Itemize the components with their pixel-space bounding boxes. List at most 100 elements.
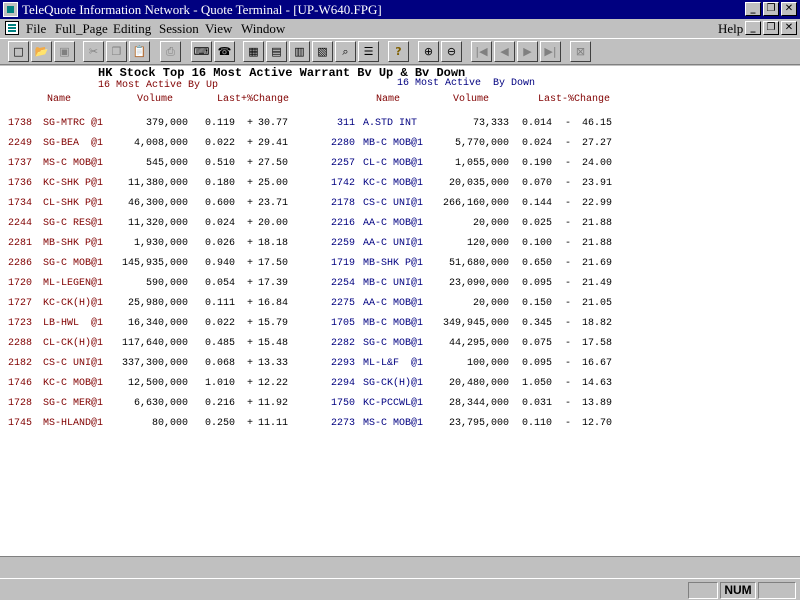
up-row-sign: + bbox=[247, 298, 254, 309]
up-row-sign: + bbox=[247, 418, 254, 429]
down-row-sign: - bbox=[565, 118, 572, 129]
menu-session[interactable]: Session bbox=[159, 21, 199, 37]
down-row-name: MB-SHK P@1 bbox=[363, 258, 424, 269]
up-row-last: 0.111 bbox=[205, 298, 236, 309]
down-row-name: KC-PCCWL@1 bbox=[363, 398, 424, 409]
up-row-name: KC-SHK P@1 bbox=[43, 178, 104, 189]
menu-editing[interactable]: Editing bbox=[113, 21, 151, 37]
chart-icon[interactable]: ▥ bbox=[289, 41, 310, 62]
down-row-code: 2259 bbox=[330, 238, 355, 249]
down-row-name: MB-C UNI@1 bbox=[363, 278, 424, 289]
down-row-volume: 23,795,000 bbox=[448, 418, 509, 429]
down-row-change: 14.63 bbox=[582, 378, 613, 389]
up-row-last: 0.216 bbox=[205, 398, 236, 409]
down-row-last: 0.025 bbox=[522, 218, 553, 229]
zoom-in-icon[interactable]: ⊕ bbox=[418, 41, 439, 62]
open-folder-icon[interactable]: 📂 bbox=[31, 41, 52, 62]
save-icon[interactable]: ▣ bbox=[54, 41, 75, 62]
down-row-code: 2257 bbox=[330, 158, 355, 169]
menu-help[interactable]: Help bbox=[718, 21, 743, 37]
new-file-icon[interactable]: □ bbox=[8, 41, 29, 62]
table-row: 2288 CL-CK(H)@1 117,640,000 0.485 +15.48 2282… bbox=[0, 338, 800, 358]
up-row-last: 0.022 bbox=[205, 138, 236, 149]
list-icon[interactable]: ☰ bbox=[358, 41, 379, 62]
keyboard-icon[interactable]: ⌨ bbox=[191, 41, 212, 62]
up-row-volume: 6,630,000 bbox=[133, 398, 188, 409]
down-row-change: 24.00 bbox=[582, 158, 613, 169]
down-row-code: 1719 bbox=[330, 258, 355, 269]
print-icon[interactable]: ⎙ bbox=[160, 41, 181, 62]
up-row-change: 17.50 bbox=[258, 258, 289, 269]
menu-window[interactable]: Window bbox=[241, 21, 285, 37]
up-row-sign: + bbox=[247, 118, 254, 129]
next-page-icon[interactable]: ▶ bbox=[517, 41, 538, 62]
up-row-change: 23.71 bbox=[258, 198, 289, 209]
phone-icon[interactable]: ☎ bbox=[214, 41, 235, 62]
calc-icon[interactable]: ▤ bbox=[266, 41, 287, 62]
grid-icon[interactable]: ▦ bbox=[243, 41, 264, 62]
down-row-change: 23.91 bbox=[582, 178, 613, 189]
down-row-code: 2280 bbox=[330, 138, 355, 149]
down-row-volume: 120,000 bbox=[466, 238, 509, 249]
up-row-change: 29.41 bbox=[258, 138, 289, 149]
document-icon[interactable] bbox=[5, 21, 19, 35]
up-row-last: 0.026 bbox=[205, 238, 236, 249]
down-row-last: 0.144 bbox=[522, 198, 553, 209]
up-row-name: KC-C MOB@1 bbox=[43, 378, 104, 389]
menu-file[interactable]: File bbox=[26, 21, 46, 37]
down-row-last: 0.100 bbox=[522, 238, 553, 249]
child-restore-button[interactable]: ❐ bbox=[763, 21, 779, 35]
prev-page-icon[interactable]: ◀ bbox=[494, 41, 515, 62]
up-row-change: 12.22 bbox=[258, 378, 289, 389]
menu-bar: File Full_Page Editing Session View Wind… bbox=[0, 19, 800, 38]
down-row-code: 2293 bbox=[330, 358, 355, 369]
up-row-volume: 117,640,000 bbox=[121, 338, 188, 349]
down-row-code: 1705 bbox=[330, 318, 355, 329]
copy-icon[interactable]: ❐ bbox=[106, 41, 127, 62]
table-row: 2281 MB-SHK P@1 1,930,000 0.026 +18.18 2259 AA… bbox=[0, 238, 800, 258]
down-row-code: 2254 bbox=[330, 278, 355, 289]
menu-view[interactable]: View bbox=[205, 21, 232, 37]
down-row-name: CS-C UNI@1 bbox=[363, 198, 424, 209]
down-row-code: 1750 bbox=[330, 398, 355, 409]
child-close-button[interactable]: ✕ bbox=[781, 21, 797, 35]
down-row-change: 21.49 bbox=[582, 278, 613, 289]
app-icon[interactable] bbox=[3, 2, 18, 17]
up-row-name: SG-C MER@1 bbox=[43, 398, 104, 409]
up-row-change: 25.00 bbox=[258, 178, 289, 189]
down-row-last: 1.050 bbox=[522, 378, 553, 389]
down-row-volume: 100,000 bbox=[466, 358, 509, 369]
help-icon[interactable]: ? bbox=[388, 41, 409, 62]
down-row-change: 18.82 bbox=[582, 318, 613, 329]
table-row: 1736 KC-SHK P@1 11,380,000 0.180 +25.00 1742 K… bbox=[0, 178, 800, 198]
down-row-name: MB-C MOB@1 bbox=[363, 138, 424, 149]
down-row-change: 27.27 bbox=[582, 138, 613, 149]
paste-icon[interactable]: 📋 bbox=[129, 41, 150, 62]
down-row-last: 0.031 bbox=[522, 398, 553, 409]
cut-icon[interactable]: ✂ bbox=[83, 41, 104, 62]
minimize-button[interactable]: _ bbox=[745, 2, 761, 16]
bar-chart-icon[interactable]: ▧ bbox=[312, 41, 333, 62]
up-row-sign: + bbox=[247, 378, 254, 389]
first-page-icon[interactable]: |◀ bbox=[471, 41, 492, 62]
close-button[interactable]: ✕ bbox=[781, 2, 797, 16]
zoom-out-icon[interactable]: ⊖ bbox=[441, 41, 462, 62]
toolbar: □ 📂 ▣ ✂ ❐ 📋 ⎙ ⌨ ☎ ▦ ▤ ▥ ▧ ⌕ ☰ ? ⊕ ⊖ |◀ ◀… bbox=[0, 38, 800, 65]
last-page-icon[interactable]: ▶| bbox=[540, 41, 561, 62]
stop-icon[interactable]: ⊠ bbox=[570, 41, 591, 62]
up-row-sign: + bbox=[247, 358, 254, 369]
up-row-change: 27.50 bbox=[258, 158, 289, 169]
up-row-last: 0.054 bbox=[205, 278, 236, 289]
down-row-sign: - bbox=[565, 218, 572, 229]
child-minimize-button[interactable]: _ bbox=[745, 21, 761, 35]
down-row-name: MB-C MOB@1 bbox=[363, 318, 424, 329]
up-row-code: 2182 bbox=[8, 358, 33, 369]
status-panel-scroll bbox=[758, 582, 796, 599]
restore-button[interactable]: ❐ bbox=[763, 2, 779, 16]
num-lock-indicator: NUM bbox=[720, 582, 756, 599]
down-subtitle: 16 Most Active By Down bbox=[397, 78, 536, 89]
menu-full-page[interactable]: Full_Page bbox=[55, 21, 108, 37]
up-row-code: 2288 bbox=[8, 338, 33, 349]
magnifier-icon[interactable]: ⌕ bbox=[335, 41, 356, 62]
down-row-volume: 20,000 bbox=[472, 218, 509, 229]
